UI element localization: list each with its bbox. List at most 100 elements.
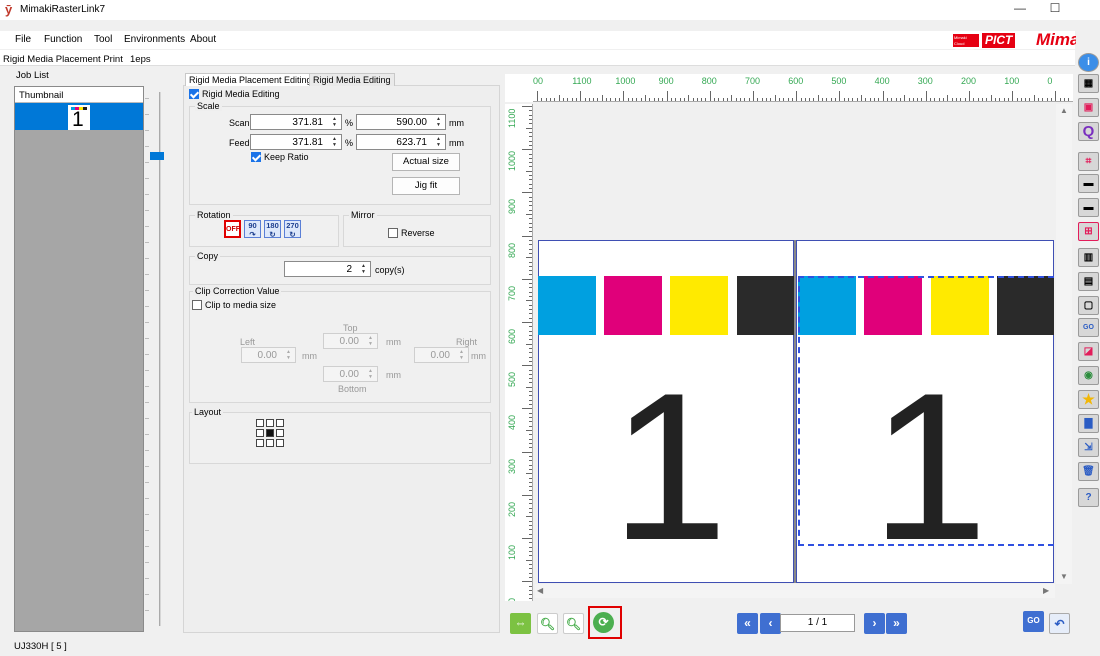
rigid-media-editing-checkbox[interactable] (189, 89, 199, 99)
next-page-button[interactable]: › (864, 613, 885, 634)
scan-mm-field[interactable]: 590.00 ▲ ▼ (356, 114, 446, 130)
rotate-270-button[interactable]: 270 ↻ (284, 220, 301, 239)
rotate-180-button[interactable]: 180 ↻ (264, 220, 281, 239)
zoom-in-button[interactable]: 🔍︎ (563, 613, 584, 634)
ruler-label: 1000 (507, 151, 517, 172)
slider-tick (145, 354, 149, 355)
anchor-bottom-right[interactable] (276, 439, 284, 447)
go-print-button[interactable]: GO (1023, 611, 1044, 632)
bottom-field[interactable]: 0.00 ▲ ▼ (323, 366, 378, 382)
ruler-label: 500 (831, 76, 847, 86)
feed-mm-field[interactable]: 623.71 ▲ ▼ (356, 134, 446, 150)
ruler-tick (657, 98, 659, 101)
info-button[interactable]: i (1078, 53, 1099, 72)
anchor-top-right[interactable] (276, 419, 284, 427)
color-collection-button[interactable]: ◪ (1078, 342, 1099, 361)
tab-rigid-media-editing[interactable]: Rigid Media Editing (309, 73, 395, 86)
anchor-left[interactable] (256, 429, 264, 437)
rotate-arrow-icon: ↻ (289, 230, 296, 239)
ruler-tick (522, 581, 532, 583)
ruler-tick (969, 91, 970, 101)
rotate-off-button[interactable]: OFF (224, 220, 241, 238)
horizontal-scrollbar[interactable]: ◀ ▶ (535, 584, 1055, 598)
ruler-tick (835, 98, 837, 101)
slider-thumb[interactable] (150, 152, 164, 160)
print-button[interactable]: ▬ (1078, 174, 1099, 193)
menu-about[interactable]: About (190, 34, 216, 45)
ruler-tick (904, 95, 906, 101)
output-button[interactable]: ▇ (1078, 414, 1099, 433)
copy-icon: ▢ (1083, 300, 1094, 311)
properties-button[interactable]: ▣ (1078, 98, 1099, 117)
ruler-tick (522, 494, 532, 496)
thumbnail-size-slider[interactable] (145, 90, 177, 632)
help-button[interactable]: ? (1078, 488, 1099, 507)
anchor-bottom-left[interactable] (256, 439, 264, 447)
jig-fit-button[interactable]: Jig fit (392, 177, 460, 195)
ruler-tick (571, 98, 573, 101)
clip-to-media-checkbox[interactable] (192, 300, 202, 310)
favorite-button[interactable]: ★ (1078, 390, 1099, 409)
anchor-right[interactable] (276, 429, 284, 437)
job-thumbnail[interactable]: 1 (68, 105, 90, 130)
tiling-button[interactable]: ▥ (1078, 248, 1099, 267)
menu-function[interactable]: Function (44, 34, 82, 45)
vertical-scrollbar[interactable]: ▲ ▼ (1056, 104, 1072, 584)
slider-tick (145, 450, 149, 451)
page-divider (794, 240, 796, 583)
menu-tool[interactable]: Tool (94, 34, 112, 45)
print-condition-button[interactable]: ▬ (1078, 198, 1099, 217)
last-page-button[interactable]: » (886, 613, 907, 634)
fit-width-button[interactable]: ⇔ (510, 613, 531, 634)
job-name-tab[interactable]: 1eps (130, 54, 151, 65)
minimize-button[interactable]: — (1005, 1, 1035, 19)
crop-button[interactable]: ⌗ (1078, 152, 1099, 171)
ruler-tick (526, 430, 532, 431)
ruler-tick (558, 95, 560, 101)
search-job-button[interactable]: Q (1078, 122, 1099, 141)
right-field[interactable]: 0.00 ▲ ▼ (414, 347, 469, 363)
ruler-tick (529, 486, 532, 488)
top-field[interactable]: 0.00 ▲ ▼ (323, 333, 378, 349)
ruler-label: 900 (507, 199, 517, 215)
feed-percent-field[interactable]: 371.81 ▲ ▼ (250, 134, 342, 150)
ruler-tick (796, 91, 798, 101)
delete-button[interactable]: 🗑︎ (1078, 462, 1099, 481)
ruler-tick (529, 360, 532, 362)
job-list-view-button[interactable]: ▦ (1078, 74, 1099, 93)
menu-environments[interactable]: Environments (124, 34, 185, 45)
anchor-bottom[interactable] (266, 439, 274, 447)
move-job-button[interactable]: ⇲ (1078, 438, 1099, 457)
tab-rigid-media-placement-editing[interactable]: Rigid Media Placement Editing (185, 73, 316, 86)
maximize-button[interactable]: ☐ (1040, 1, 1070, 19)
ruler-tick (529, 222, 532, 224)
actual-size-button[interactable]: Actual size (392, 153, 460, 171)
left-field[interactable]: 0.00 ▲ ▼ (241, 347, 296, 363)
placement-print-button[interactable]: ⊞ (1078, 222, 1099, 241)
reverse-label: Reverse (401, 228, 435, 238)
rotate-90-button[interactable]: 90 ↷ (244, 220, 261, 239)
multi-layer-button[interactable]: ▤ (1078, 272, 1099, 291)
zoom-out-button[interactable]: 🔍︎ (537, 613, 558, 634)
job-list-tab[interactable]: Job List (16, 70, 49, 81)
color-replace-button[interactable]: ◉ (1078, 366, 1099, 385)
ruler-tick (529, 218, 532, 220)
page-indicator[interactable]: 1 / 1 (780, 614, 855, 632)
menu-file[interactable]: File (15, 34, 31, 45)
reverse-checkbox[interactable] (388, 228, 398, 238)
scan-percent-field[interactable]: 371.81 ▲ ▼ (250, 114, 342, 130)
anchor-top-left[interactable] (256, 419, 264, 427)
selection-dashed-box[interactable] (798, 276, 1054, 546)
first-page-button[interactable]: « (737, 613, 758, 634)
ruler-tick (529, 378, 532, 380)
keep-ratio-checkbox[interactable] (251, 152, 261, 162)
anchor-center[interactable] (266, 429, 274, 437)
anchor-top[interactable] (266, 419, 274, 427)
prev-page-button[interactable]: ‹ (760, 613, 781, 634)
layout-anchor-grid[interactable] (256, 419, 286, 449)
ruler-label: 700 (507, 285, 517, 301)
copy-count-field[interactable]: 2 ▲ ▼ (284, 261, 371, 277)
duplicate-button[interactable]: ▢ (1078, 296, 1099, 315)
go-button[interactable]: GO (1078, 318, 1099, 337)
undo-button[interactable]: ↶ (1049, 613, 1070, 634)
